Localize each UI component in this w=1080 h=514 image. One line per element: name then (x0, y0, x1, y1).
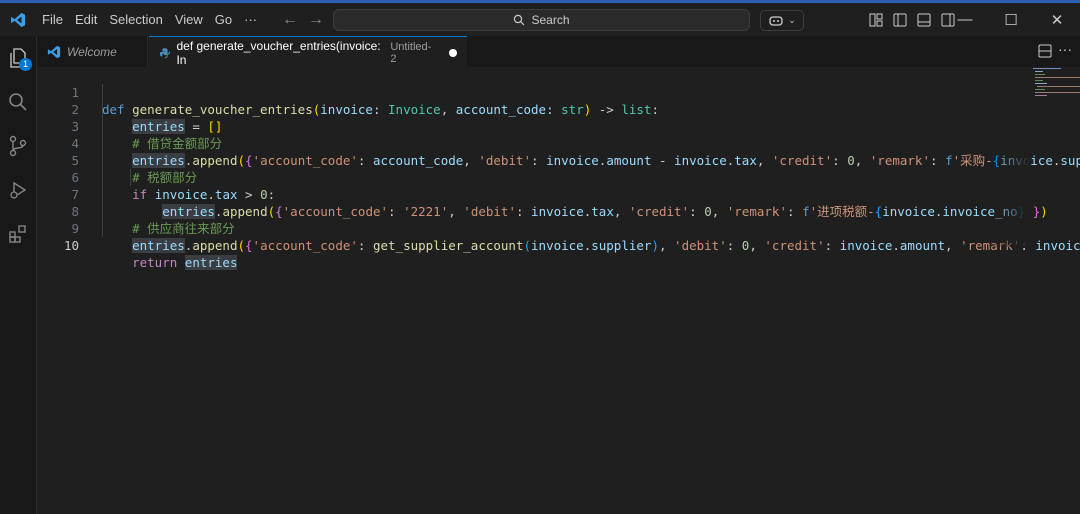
code-editor[interactable]: 1 def generate_voucher_entries(invoice: … (37, 67, 1080, 514)
code-line-7: 7 entries.append({'account_code': '2221'… (37, 169, 1080, 219)
code-text: return entries (132, 255, 238, 270)
python-icon (159, 47, 170, 58)
run-debug-icon (10, 181, 27, 199)
tab-untitled-2[interactable]: def generate_voucher_entries(invoice: In… (149, 36, 467, 68)
menu-file[interactable]: File (36, 3, 69, 36)
tab-welcome[interactable]: Welcome (37, 36, 148, 67)
maximize-icon[interactable]: ☐ (988, 11, 1034, 29)
back-arrow-icon[interactable]: ← (282, 11, 298, 29)
code-line-10: 10 return entries (37, 220, 1080, 270)
menu-edit[interactable]: Edit (69, 3, 103, 36)
extensions-icon (9, 225, 26, 243)
line-number: 10 (63, 238, 79, 253)
minimize-icon[interactable]: — (942, 11, 988, 28)
explorer-badge: 1 (19, 58, 32, 71)
code-line-8: 8 # 供应商往来部分 (37, 186, 1080, 236)
tab-title: def generate_voucher_entries(invoice: In (176, 38, 381, 67)
title-bar: File Edit Selection View Go ··· ← → Sear… (0, 3, 1080, 36)
code-text: entries.append({'account_code': get_supp… (132, 238, 1080, 253)
menu-selection[interactable]: Selection (103, 3, 168, 36)
code-line-5: 5 # 税额部分 (37, 135, 1080, 185)
close-icon[interactable]: ✕ (1034, 11, 1080, 29)
search-icon (9, 93, 27, 111)
minimap[interactable] (1033, 67, 1080, 97)
search-view-button[interactable] (0, 80, 36, 124)
chevron-down-icon: ⌄ (788, 15, 796, 25)
extensions-button[interactable] (0, 212, 36, 256)
menu-go[interactable]: Go (209, 3, 238, 36)
tab-welcome-label: Welcome (67, 44, 117, 59)
menu-view[interactable]: View (169, 3, 209, 36)
code-line-1: 1 def generate_voucher_entries(invoice: … (37, 67, 1080, 117)
explorer-button[interactable]: 1 (0, 36, 36, 80)
code-line-2: 2 entries = [] (37, 84, 1080, 134)
code-line-6: 6 if invoice.tax > 0: (37, 152, 1080, 202)
search-icon (514, 14, 525, 26)
run-debug-button[interactable] (0, 168, 36, 212)
tab-description: Untitled-2 (390, 40, 432, 65)
source-control-icon (9, 135, 27, 157)
window-controls: — ☐ ✕ (942, 3, 1080, 36)
source-control-button[interactable] (0, 124, 36, 168)
vscode-icon (47, 45, 61, 58)
code-line-9: 9 entries.append({'account_code': get_su… (37, 203, 1080, 253)
copilot-icon (769, 15, 783, 26)
code-line-4: 4 entries.append({'account_code': accoun… (37, 118, 1080, 168)
more-actions-icon[interactable]: ··· (1058, 41, 1072, 57)
unsaved-dot-icon[interactable] (449, 48, 457, 57)
toggle-primary-sidebar-icon[interactable] (892, 12, 908, 28)
editor-tab-bar: Welcome def generate_voucher_entries(inv… (37, 36, 1080, 68)
split-editor-icon[interactable] (1038, 44, 1052, 58)
activity-bar: 1 (0, 36, 37, 514)
toggle-panel-icon[interactable] (916, 12, 932, 28)
menu-more[interactable]: ··· (238, 3, 263, 36)
vscode-logo-icon[interactable] (0, 3, 36, 36)
customize-layout-icon[interactable] (868, 12, 884, 28)
menu-bar: File Edit Selection View Go ··· (36, 3, 263, 36)
navigation-arrows: ← → (282, 3, 324, 36)
code-line-3: 3 # 借贷金额部分 (37, 101, 1080, 151)
forward-arrow-icon[interactable]: → (308, 11, 324, 29)
command-center-search[interactable]: Search (333, 9, 750, 31)
copilot-button[interactable]: ⌄ (760, 10, 804, 31)
overflow-fade (990, 67, 1030, 247)
search-label: Search (531, 13, 570, 27)
